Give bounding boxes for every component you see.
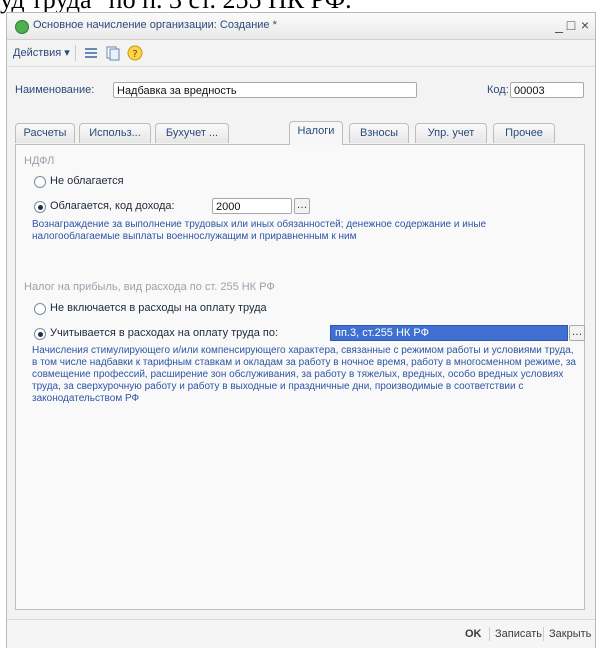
- list-icon[interactable]: [83, 45, 99, 61]
- ndfl-description: Вознаграждение за выполнение трудовых ил…: [32, 219, 487, 242]
- profit-tax-section-title: Налог на прибыль, вид расхода по ст. 255…: [24, 281, 275, 293]
- name-input[interactable]: Надбавка за вредность: [113, 82, 417, 98]
- save-button[interactable]: Записать: [495, 628, 542, 640]
- included-label[interactable]: Учитывается в расходах на оплату труда п…: [50, 327, 278, 339]
- tab-strip: Расчеты Использ... Бухучет ... Налоги Вз…: [15, 121, 585, 145]
- tab-nalogi[interactable]: Налоги: [289, 121, 343, 145]
- ndfl-taxed-radio[interactable]: [34, 201, 46, 213]
- ok-button[interactable]: OK: [465, 628, 482, 640]
- actions-menu-button[interactable]: Действия ▾: [13, 46, 70, 59]
- close-button[interactable]: Закрыть: [549, 628, 591, 640]
- code-input[interactable]: 00003: [510, 82, 584, 98]
- footer-separator: [489, 627, 490, 641]
- ndfl-taxed-label[interactable]: Облагается, код дохода:: [50, 200, 175, 212]
- expense-type-select-button[interactable]: …: [569, 325, 585, 341]
- copy-icon[interactable]: [105, 45, 121, 61]
- dialog-window: Основное начисление организации: Создани…: [6, 12, 596, 648]
- app-icon: [15, 20, 29, 34]
- close-window-button[interactable]: ×: [577, 17, 593, 33]
- footer-separator: [543, 627, 544, 641]
- not-included-label[interactable]: Не включается в расходы на оплату труда: [50, 302, 267, 314]
- ndfl-not-taxed-radio[interactable]: [34, 176, 46, 188]
- tab-vznosy[interactable]: Взносы: [349, 123, 409, 143]
- taxes-tab-panel: НДФЛ Не облагается Облагается, код доход…: [15, 144, 585, 610]
- tab-raschety[interactable]: Расчеты: [15, 123, 75, 143]
- svg-text:?: ?: [132, 49, 137, 60]
- tab-upr-uchet[interactable]: Упр. учет: [415, 123, 487, 143]
- help-icon[interactable]: ?: [127, 45, 143, 61]
- tab-ispolz[interactable]: Использ...: [79, 123, 151, 143]
- tab-buhuchet[interactable]: Бухучет ...: [155, 123, 229, 143]
- income-code-input[interactable]: 2000: [212, 198, 292, 214]
- name-label: Наименование:: [15, 84, 95, 96]
- toolbar-separator: [75, 45, 76, 61]
- title-bar[interactable]: Основное начисление организации: Создани…: [7, 13, 595, 40]
- included-radio[interactable]: [34, 328, 46, 340]
- ndfl-not-taxed-label[interactable]: Не облагается: [50, 175, 124, 187]
- window-title: Основное начисление организации: Создани…: [33, 19, 277, 31]
- tab-prochee[interactable]: Прочее: [493, 123, 555, 143]
- code-label: Код:: [487, 84, 509, 96]
- profit-tax-description: Начисления стимулирующего и/или компенси…: [32, 345, 576, 404]
- income-code-select-button[interactable]: …: [294, 198, 310, 214]
- footer-bar: OK Записать Закрыть: [7, 619, 595, 648]
- toolbar: Действия ▾ ?: [7, 40, 595, 67]
- ndfl-section-title: НДФЛ: [24, 155, 55, 167]
- expense-type-input[interactable]: пп.3, ст.255 НК РФ: [330, 325, 568, 341]
- not-included-radio[interactable]: [34, 303, 46, 315]
